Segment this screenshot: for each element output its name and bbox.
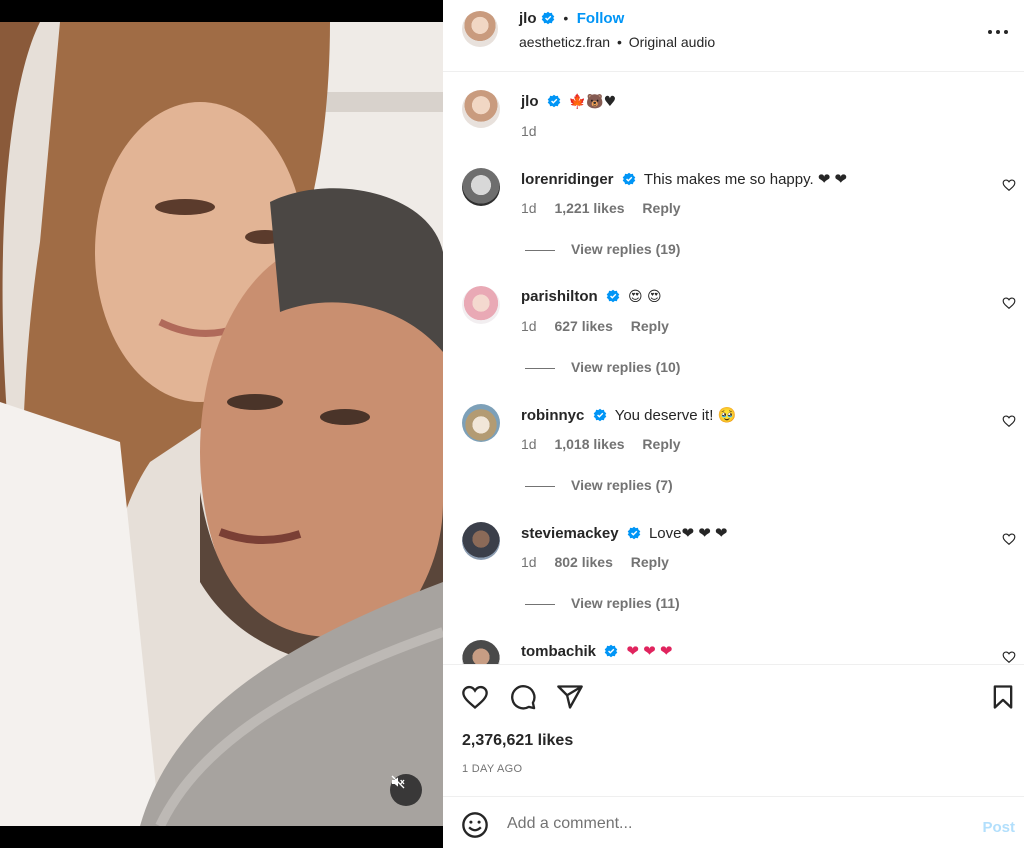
replies-line	[525, 249, 555, 251]
comment-input[interactable]	[507, 811, 927, 837]
commenter-username[interactable]: steviemackey	[521, 525, 619, 542]
share-icon[interactable]	[556, 683, 584, 711]
post-media[interactable]	[0, 0, 443, 848]
comment-time[interactable]: 1d	[521, 436, 537, 452]
caption-text-line: jlo 🍁🐻♥	[521, 93, 616, 110]
bookmark-icon[interactable]	[989, 683, 1017, 711]
author-username[interactable]: jlo	[519, 10, 537, 27]
view-replies-button[interactable]: View replies (11)	[525, 595, 680, 611]
view-replies-label: View replies (19)	[571, 241, 681, 257]
comment-like-icon[interactable]	[1002, 650, 1016, 664]
comment-text: This makes me so happy. ❤ ❤	[643, 171, 848, 188]
comments-list[interactable]: jlo 🍁🐻♥ 1d lorenridinger This makes me s…	[443, 73, 1024, 664]
comment-like-icon[interactable]	[1002, 296, 1016, 310]
mute-button[interactable]	[390, 774, 422, 806]
comment-text: ❤ ❤ ❤	[626, 643, 673, 660]
comment-likes[interactable]: 802 likes	[554, 554, 612, 570]
post-timestamp[interactable]: 1 DAY AGO	[462, 763, 522, 775]
comment-meta: 1d 1,018 likes Reply	[521, 436, 695, 452]
replies-line	[525, 603, 555, 605]
view-replies-button[interactable]: View replies (7)	[525, 477, 673, 493]
replies-line	[525, 367, 555, 369]
comment-meta: 1d 627 likes Reply	[521, 318, 683, 334]
comment-likes[interactable]: 627 likes	[554, 318, 612, 334]
add-comment-bar: Post	[443, 796, 1024, 848]
verified-badge-icon	[627, 526, 641, 540]
comment-text-line: steviemackey Love❤ ❤ ❤	[521, 524, 728, 542]
post-button[interactable]: Post	[982, 819, 1015, 836]
more-options-icon[interactable]	[986, 20, 1010, 44]
verified-badge-icon	[622, 172, 635, 186]
commenter-username[interactable]: lorenridinger	[521, 171, 614, 188]
post-header: jlo • Follow aestheticz.fran • Original …	[443, 0, 1024, 72]
commenter-avatar[interactable]	[462, 286, 500, 324]
comment-like-icon[interactable]	[1002, 178, 1016, 192]
commenter-avatar[interactable]	[462, 168, 500, 206]
sound-off-icon	[391, 775, 405, 789]
caption-username[interactable]: jlo	[521, 93, 539, 110]
comment-time[interactable]: 1d	[521, 554, 537, 570]
comment-time[interactable]: 1d	[521, 318, 537, 334]
view-replies-label: View replies (7)	[571, 477, 673, 493]
audio-user[interactable]: aestheticz.fran	[519, 34, 610, 50]
post-video[interactable]	[0, 22, 443, 826]
separator-dot: •	[563, 10, 569, 26]
caption-avatar[interactable]	[462, 90, 500, 128]
view-replies-label: View replies (10)	[571, 359, 681, 375]
follow-button[interactable]: Follow	[577, 10, 625, 27]
verified-badge-icon	[604, 644, 618, 658]
comment-text-line: lorenridinger This makes me so happy. ❤ …	[521, 170, 847, 188]
comment-time[interactable]: 1d	[521, 200, 537, 216]
commenter-avatar[interactable]	[462, 404, 500, 442]
video-frame	[0, 22, 443, 826]
comment-meta: 1d 802 likes Reply	[521, 554, 683, 570]
commenter-username[interactable]: tombachik	[521, 643, 596, 660]
reply-button[interactable]: Reply	[631, 318, 669, 334]
comment-icon[interactable]	[509, 683, 537, 711]
comment-likes[interactable]: 1,018 likes	[554, 436, 624, 452]
emoji-icon[interactable]	[461, 811, 489, 839]
post-actions: 2,376,621 likes 1 DAY AGO	[443, 664, 1024, 796]
commenter-username[interactable]: robinnyc	[521, 407, 584, 424]
commenter-avatar[interactable]	[462, 640, 500, 664]
likes-count[interactable]: 2,376,621 likes	[462, 732, 573, 750]
comment-text-line: robinnyc You deserve it! 🥹	[521, 406, 736, 424]
caption-time[interactable]: 1d	[521, 123, 537, 139]
reply-button[interactable]: Reply	[642, 436, 680, 452]
reply-button[interactable]: Reply	[631, 554, 669, 570]
caption-meta: 1d	[521, 123, 551, 139]
comment-text: 😍 😍	[628, 289, 662, 305]
comment-like-icon[interactable]	[1002, 414, 1016, 428]
reply-button[interactable]: Reply	[642, 200, 680, 216]
heart-icon[interactable]	[461, 683, 489, 711]
comment-text: Love❤ ❤ ❤	[648, 525, 728, 542]
comment-text-line: parishilton 😍 😍	[521, 288, 662, 305]
verified-badge-icon	[547, 94, 560, 108]
verified-badge-icon	[541, 11, 555, 25]
view-replies-label: View replies (11)	[571, 595, 680, 611]
commenter-avatar[interactable]	[462, 522, 500, 560]
replies-line	[525, 485, 555, 487]
comment-text: You deserve it! 🥹	[614, 407, 737, 424]
comment-meta: 1d 1,221 likes Reply	[521, 200, 695, 216]
caption-text: 🍁🐻♥	[568, 94, 617, 110]
view-replies-button[interactable]: View replies (19)	[525, 241, 680, 257]
comment-like-icon[interactable]	[1002, 532, 1016, 546]
commenter-username[interactable]: parishilton	[521, 288, 598, 305]
comment-text-line: tombachik ❤ ❤ ❤	[521, 642, 672, 660]
post-details-panel: jlo • Follow aestheticz.fran • Original …	[443, 0, 1024, 848]
verified-badge-icon	[593, 408, 606, 422]
author-line: jlo • Follow	[519, 10, 624, 28]
view-replies-button[interactable]: View replies (10)	[525, 359, 680, 375]
author-avatar[interactable]	[462, 11, 498, 47]
audio-label[interactable]: Original audio	[629, 34, 715, 50]
audio-separator: •	[616, 34, 622, 50]
audio-line: aestheticz.fran • Original audio	[519, 34, 715, 50]
comment-likes[interactable]: 1,221 likes	[554, 200, 624, 216]
verified-badge-icon	[606, 289, 620, 303]
